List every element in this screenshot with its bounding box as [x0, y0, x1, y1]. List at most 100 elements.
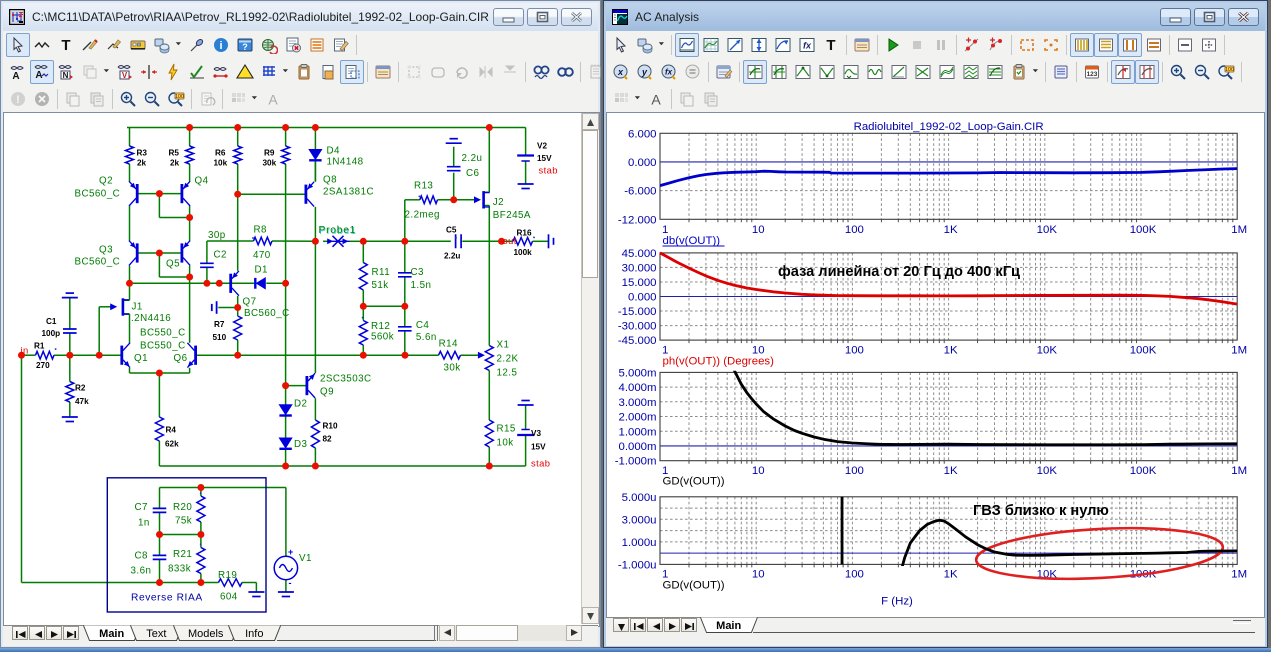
minus-box-icon[interactable] — [1173, 33, 1197, 57]
capacitor[interactable] — [200, 263, 214, 267]
npn-transistor[interactable] — [187, 343, 197, 368]
wave-stack-icon[interactable] — [983, 60, 1007, 84]
hscroll-left-button[interactable] — [439, 625, 455, 641]
find-attr-wave-icon[interactable]: A — [30, 60, 54, 84]
binoc-wave-icon[interactable] — [529, 60, 553, 84]
font-a-icon[interactable]: A — [644, 87, 668, 111]
capacitor[interactable] — [63, 329, 77, 333]
probe-red-icon[interactable] — [960, 33, 984, 57]
maximize-button[interactable] — [1194, 8, 1225, 26]
wave-valley-icon[interactable] — [815, 60, 839, 84]
chart-grid-icon[interactable] — [699, 33, 723, 57]
wave-layers-icon[interactable] — [959, 60, 983, 84]
shapes-icon[interactable] — [150, 33, 174, 57]
pin-flag-icon[interactable] — [185, 33, 209, 57]
page-orange-icon[interactable] — [316, 60, 340, 84]
find-attr-v-icon[interactable]: V — [113, 60, 137, 84]
npn-transistor[interactable] — [306, 373, 316, 398]
pnp-transistor[interactable] — [129, 181, 139, 206]
tab-info[interactable]: Info — [228, 625, 283, 642]
binoculars-icon[interactable] — [553, 60, 577, 84]
find-node-n-icon[interactable]: N — [54, 60, 78, 84]
clip-orange-icon[interactable] — [292, 60, 316, 84]
resistor[interactable] — [420, 196, 438, 204]
capacitor[interactable] — [447, 167, 461, 171]
sine-source[interactable] — [274, 556, 297, 579]
wave-updown-icon[interactable] — [839, 60, 863, 84]
zoom-in-icon[interactable] — [1166, 60, 1190, 84]
scroll-thumb[interactable] — [582, 130, 598, 278]
pnp-transistor[interactable] — [181, 181, 191, 206]
page-select-icon[interactable] — [340, 60, 364, 84]
shapes-icon[interactable] — [633, 33, 657, 57]
dropdown-arrow[interactable] — [281, 61, 292, 83]
tab-nav-first[interactable] — [12, 626, 28, 640]
hscroll-thumb[interactable] — [456, 625, 518, 641]
potentiometer[interactable] — [485, 346, 493, 371]
curve[interactable] — [660, 169, 1237, 186]
close-button[interactable] — [561, 8, 592, 26]
zoom-in-icon[interactable] — [116, 87, 140, 111]
chart-curve-icon[interactable] — [771, 33, 795, 57]
minimize-button[interactable] — [493, 8, 524, 26]
chart-diag-icon[interactable] — [723, 33, 747, 57]
capacitor[interactable] — [153, 508, 167, 512]
hscroll-right-button[interactable] — [566, 625, 582, 641]
db-plot[interactable]: 6.0000.000-6.000-12.0001101001K10K100K1M… — [618, 121, 1247, 247]
wave-multi-icon[interactable] — [935, 60, 959, 84]
dropdown-arrow[interactable] — [1031, 61, 1042, 83]
info-circle-icon[interactable]: i — [209, 33, 233, 57]
zoom-100-icon[interactable]: 100 — [1214, 60, 1238, 84]
web-refresh-icon[interactable] — [257, 33, 281, 57]
fx-circle-gold-icon[interactable]: fx — [657, 60, 681, 84]
vertical-scrollbar[interactable] — [581, 113, 599, 624]
doc-blue-icon[interactable] — [1049, 60, 1073, 84]
group-delay-plot-u[interactable]: 5.000u3.000u1.000u-1.000u1101001K10K100K… — [618, 492, 1247, 616]
pnp-transistor[interactable] — [305, 182, 315, 207]
minimize-button[interactable] — [1160, 8, 1191, 26]
cal-123-icon[interactable]: 123 — [1080, 60, 1104, 84]
maximize-button[interactable] — [527, 8, 558, 26]
resistor[interactable] — [234, 316, 242, 340]
battery[interactable] — [517, 156, 534, 162]
select-cursor-icon[interactable] — [609, 33, 633, 57]
line-pencil-icon[interactable] — [78, 33, 102, 57]
find-red-seg-icon[interactable] — [209, 60, 233, 84]
resistor[interactable] — [66, 382, 74, 403]
diode[interactable] — [279, 438, 291, 448]
snap-to-line-icon[interactable] — [137, 60, 161, 84]
wave-wiggle-icon[interactable] — [863, 60, 887, 84]
wave-slope-icon[interactable] — [887, 60, 911, 84]
tab-nav-last[interactable] — [681, 618, 697, 632]
check-wire-icon[interactable] — [185, 60, 209, 84]
scroll-down-button[interactable] — [582, 607, 599, 624]
vbars-icon[interactable] — [1070, 33, 1094, 57]
wire-pencil-icon[interactable] — [102, 33, 126, 57]
wave-cross-icon[interactable] — [743, 60, 767, 84]
diode[interactable] — [257, 278, 266, 289]
tab-nav-next[interactable] — [46, 626, 62, 640]
capacitor[interactable] — [456, 234, 462, 248]
series-label[interactable]: ph(v(OUT)) (Degrees) — [663, 356, 775, 368]
orange-corner-box-icon[interactable] — [1039, 33, 1063, 57]
pnp-transistor[interactable] — [181, 241, 191, 266]
props-sheet-icon[interactable] — [371, 60, 395, 84]
tab-nav-prev[interactable] — [647, 618, 663, 632]
group-delay-plot-m[interactable]: 5.000m4.000m3.000m2.000m1.000m0.000m-1.0… — [615, 358, 1247, 488]
clip-green-icon[interactable] — [1007, 60, 1031, 84]
orange-dash-box-icon[interactable] — [1015, 33, 1039, 57]
resistor[interactable] — [197, 548, 205, 574]
cursor-box2-icon[interactable] — [1135, 60, 1159, 84]
resistor[interactable] — [282, 146, 290, 164]
y-circle-gold-icon[interactable]: y — [633, 60, 657, 84]
play-green-icon[interactable] — [881, 33, 905, 57]
resistor[interactable] — [254, 237, 273, 245]
dropdown-arrow[interactable] — [657, 34, 668, 56]
capacitor[interactable] — [398, 327, 412, 331]
hlines-icon[interactable] — [1094, 33, 1118, 57]
resistor[interactable] — [126, 146, 134, 164]
plus-grid-icon[interactable] — [1197, 33, 1221, 57]
series-label[interactable]: GD(v(OUT)) — [663, 580, 725, 592]
resistor[interactable] — [186, 146, 194, 164]
zoom-out-icon[interactable] — [140, 87, 164, 111]
